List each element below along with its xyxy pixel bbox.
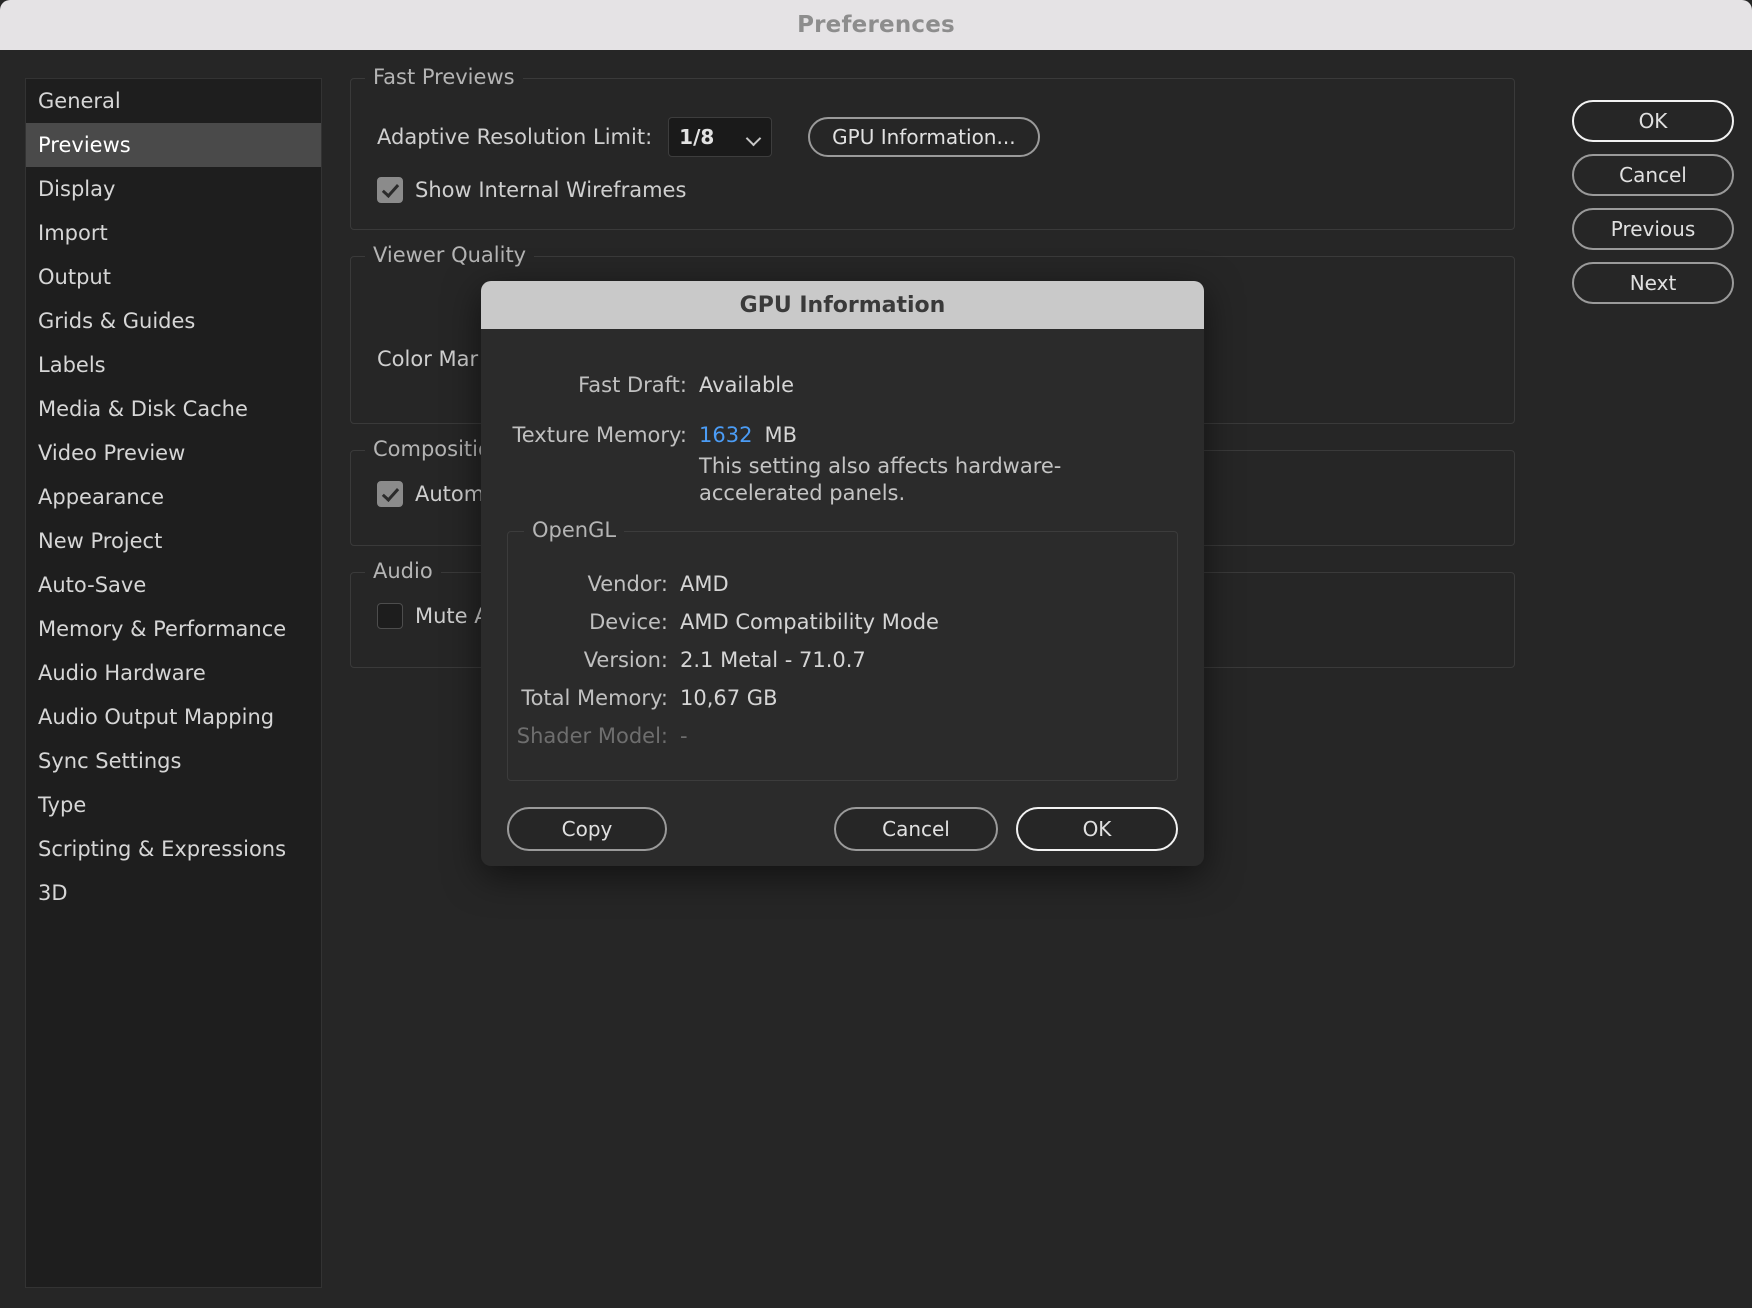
color-management-label: Color Mar [377,347,479,371]
texture-memory-row: Texture Memory: 1632 MB [507,423,1178,447]
opengl-device-key: Device: [589,609,668,634]
opengl-row-shader-model: Shader Model: - [508,724,1177,748]
sidebar-item-auto-save[interactable]: Auto-Save [26,563,321,607]
group-title-opengl: OpenGL [524,517,625,542]
sidebar-item-sync-settings[interactable]: Sync Settings [26,739,321,783]
opengl-vendor-value: AMD [680,571,729,596]
opengl-shader-model-key: Shader Model: [516,723,668,748]
fast-draft-row: Fast Draft: Available [507,373,1178,397]
opengl-shader-model-value: - [680,723,688,748]
texture-memory-value[interactable]: 1632 [699,423,752,447]
group-opengl: OpenGL Vendor: AMD Device: AMD Compatibilit… [507,517,1178,781]
dialog-action-buttons: OK Cancel Previous Next [1572,100,1734,304]
sidebar-item-appearance[interactable]: Appearance [26,475,321,519]
gpu-cancel-button[interactable]: Cancel [834,806,998,851]
mute-audio-checkbox[interactable] [377,603,403,629]
sidebar-item-media-disk-cache[interactable]: Media & Disk Cache [26,387,321,431]
texture-memory-unit: MB [764,423,797,447]
opengl-vendor-key: Vendor: [587,571,668,596]
opengl-rows: Vendor: AMD Device: AMD Compatibility Mode V… [508,572,1177,748]
sidebar-item-labels[interactable]: Labels [26,343,321,387]
gpu-dialog-titlebar: GPU Information [481,281,1204,329]
sidebar-item-scripting-expressions[interactable]: Scripting & Expressions [26,827,321,871]
gpu-information-button[interactable]: GPU Information... [808,117,1040,157]
adaptive-resolution-label: Adaptive Resolution Limit: [377,125,653,149]
automatically-switch-checkbox[interactable] [377,481,403,507]
page-title: Preferences [797,12,955,38]
show-internal-wireframes-label: Show Internal Wireframes [415,178,687,202]
next-button[interactable]: Next [1572,262,1734,304]
opengl-total-memory-value: 10,67 GB [680,685,778,710]
sidebar-item-general[interactable]: General [26,79,321,123]
gpu-dialog-title: GPU Information [739,292,946,318]
sidebar-item-memory-performance[interactable]: Memory & Performance [26,607,321,651]
texture-memory-key: Texture Memory: [512,423,687,447]
sidebar-item-import[interactable]: Import [26,211,321,255]
sidebar-item-type[interactable]: Type [26,783,321,827]
ok-button[interactable]: OK [1572,100,1734,142]
sidebar-item-previews[interactable]: Previews [26,123,321,167]
adaptive-resolution-value: 1/8 [679,125,715,149]
group-title-audio: Audio [365,559,441,583]
adaptive-resolution-row: Adaptive Resolution Limit: 1/8 GPU Infor… [377,117,1488,157]
sidebar-item-display[interactable]: Display [26,167,321,211]
gpu-information-dialog: GPU Information Fast Draft: Available Te… [481,281,1204,866]
group-fast-previews: Fast Previews Adaptive Resolution Limit:… [350,65,1515,230]
texture-memory-note: This setting also affects hardware-accel… [699,454,1062,505]
sidebar-item-new-project[interactable]: New Project [26,519,321,563]
opengl-total-memory-key: Total Memory: [521,685,668,710]
gpu-dialog-content: Fast Draft: Available Texture Memory: 16… [481,329,1204,781]
fast-draft-value: Available [699,373,795,397]
sidebar-item-audio-hardware[interactable]: Audio Hardware [26,651,321,695]
gpu-ok-button[interactable]: OK [1016,806,1178,851]
sidebar-item-video-preview[interactable]: Video Preview [26,431,321,475]
opengl-row-device: Device: AMD Compatibility Mode [508,610,1177,634]
opengl-row-total-memory: Total Memory: 10,67 GB [508,686,1177,710]
sidebar-item-grids-guides[interactable]: Grids & Guides [26,299,321,343]
sidebar-item-3d[interactable]: 3D [26,871,321,915]
previous-button[interactable]: Previous [1572,208,1734,250]
group-title-fast-previews: Fast Previews [365,65,523,89]
show-internal-wireframes-checkbox[interactable] [377,177,403,203]
chevron-down-icon [747,133,761,142]
preferences-window: Preferences General Previews Display Import… [0,0,1752,1308]
gpu-dialog-footer: Copy Cancel OK [481,781,1204,866]
opengl-version-value: 2.1 Metal - 71.0.7 [680,647,866,672]
window-titlebar: Preferences [0,0,1752,50]
opengl-device-value: AMD Compatibility Mode [680,609,939,634]
group-title-viewer-quality: Viewer Quality [365,243,535,267]
opengl-row-vendor: Vendor: AMD [508,572,1177,596]
copy-button[interactable]: Copy [507,806,667,851]
sidebar-item-audio-output-mapping[interactable]: Audio Output Mapping [26,695,321,739]
preferences-category-list[interactable]: General Previews Display Import Output Grids … [25,78,322,1288]
adaptive-resolution-select[interactable]: 1/8 [668,117,773,157]
opengl-row-version: Version: 2.1 Metal - 71.0.7 [508,648,1177,672]
show-internal-wireframes-row[interactable]: Show Internal Wireframes [377,177,1488,203]
fast-draft-key: Fast Draft: [578,373,687,397]
sidebar-item-output[interactable]: Output [26,255,321,299]
opengl-version-key: Version: [583,647,668,672]
cancel-button[interactable]: Cancel [1572,154,1734,196]
window-body: General Previews Display Import Output Grids … [0,50,1752,1308]
